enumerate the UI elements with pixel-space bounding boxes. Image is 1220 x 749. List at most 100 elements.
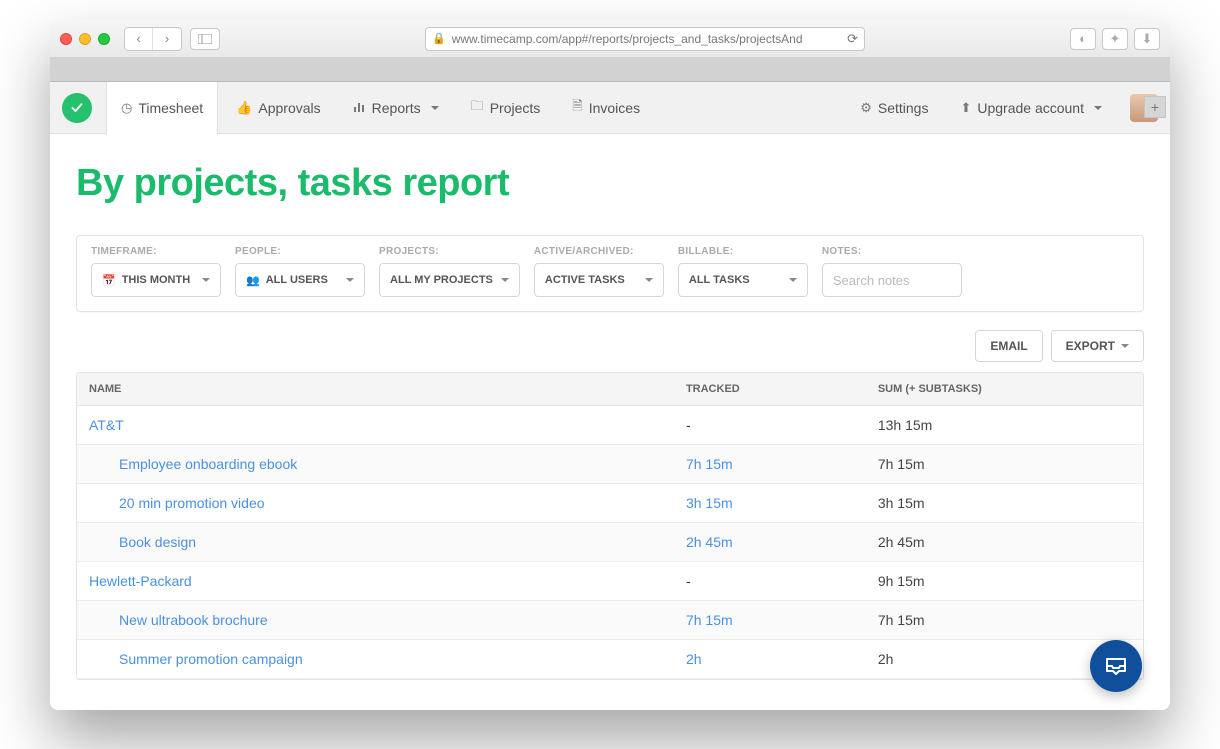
nav-label: Timesheet	[138, 100, 203, 116]
nav-timesheet[interactable]: ◷ Timesheet	[106, 82, 218, 135]
filter-timeframe[interactable]: 📅 THIS MONTH	[91, 263, 221, 297]
row-name-link[interactable]: Employee onboarding ebook	[89, 456, 297, 472]
gear-icon: ⚙	[860, 100, 872, 116]
filter-label-timeframe: TIMEFRAME:	[91, 246, 221, 257]
filter-label-billable: BILLABLE:	[678, 246, 808, 257]
col-header-tracked[interactable]: TRACKED	[674, 373, 866, 406]
row-sum-value: 2h	[878, 651, 894, 667]
clock-icon: ◷	[121, 100, 132, 116]
document-icon: 🗎	[572, 97, 582, 119]
report-table: NAME TRACKED SUM (+ SUBTASKS) AT&T - 13h 1…	[76, 372, 1144, 680]
notes-search-input[interactable]	[822, 263, 962, 297]
col-header-name[interactable]: NAME	[77, 373, 674, 406]
nav-projects[interactable]: 🗀 Projects	[457, 82, 555, 134]
filter-billable[interactable]: ALL TASKS	[678, 263, 808, 297]
row-name-link[interactable]: 20 min promotion video	[89, 495, 265, 511]
table-row: New ultrabook brochure7h 15m7h 15m	[77, 601, 1143, 640]
row-sum-value: 9h 15m	[878, 573, 925, 589]
inbox-icon	[1104, 654, 1128, 678]
filter-label-people: PEOPLE:	[235, 246, 365, 257]
url-bar[interactable]: 🔒 www.timecamp.com/app#/reports/projects…	[425, 27, 865, 51]
filter-label-active: ACTIVE/ARCHIVED:	[534, 246, 664, 257]
filter-active[interactable]: ACTIVE TASKS	[534, 263, 664, 297]
nav-label: Projects	[490, 100, 541, 116]
row-name-link[interactable]: Summer promotion campaign	[89, 651, 303, 667]
upload-icon: ⬆	[960, 100, 971, 116]
row-sum-value: 13h 15m	[878, 417, 932, 433]
filter-bar: TIMEFRAME: 📅 THIS MONTH PEOPLE: 👥 ALL USER…	[76, 235, 1144, 312]
chevron-down-icon	[501, 278, 509, 286]
export-button[interactable]: EXPORT	[1051, 330, 1144, 362]
users-icon: 👥	[246, 274, 260, 287]
table-row: Summer promotion campaign 2h 2h	[77, 640, 1143, 679]
button-label: EXPORT	[1066, 339, 1115, 353]
row-name-link[interactable]: Hewlett-Packard	[89, 573, 192, 589]
forward-button[interactable]: ›	[153, 28, 181, 50]
calendar-icon: 📅	[102, 274, 116, 287]
row-tracked-link[interactable]: 3h 15m	[686, 495, 733, 511]
new-tab-button[interactable]: +	[1144, 96, 1166, 118]
row-tracked-value: -	[686, 417, 691, 433]
extension-puzzle-icon[interactable]: ✦	[1102, 28, 1128, 50]
maximize-window-icon[interactable]	[98, 33, 110, 45]
nav-reports[interactable]: Reports	[339, 82, 453, 134]
row-tracked-value: -	[686, 573, 691, 589]
filter-label-projects: PROJECTS:	[379, 246, 520, 257]
page-content: By projects, tasks report TIMEFRAME: 📅TH…	[50, 134, 1170, 680]
filter-people[interactable]: 👥 ALL USERS	[235, 263, 365, 297]
url-text: www.timecamp.com/app#/reports/projects_a…	[452, 32, 841, 46]
table-row: 20 min promotion video 3h 15m 3h 15m	[77, 484, 1143, 523]
sidebar-toggle-button[interactable]	[190, 28, 220, 50]
filter-value: ACTIVE TASKS	[545, 274, 625, 286]
minimize-window-icon[interactable]	[79, 33, 91, 45]
row-tracked-link[interactable]: 7h 15m	[686, 456, 733, 472]
lock-icon: 🔒	[432, 32, 446, 45]
row-sum-value: 3h 15m	[878, 495, 925, 511]
table-row: AT&T - 13h 15m	[77, 406, 1143, 445]
filter-value: THIS MONTH	[122, 274, 190, 286]
actions-row: EMAIL EXPORT	[76, 330, 1144, 362]
chevron-down-icon	[645, 278, 653, 286]
nav-label: Reports	[372, 100, 421, 116]
col-header-sum[interactable]: SUM (+ SUBTASKS)	[866, 373, 1143, 406]
chat-fab[interactable]	[1090, 640, 1142, 692]
row-tracked-link[interactable]: 2h 45m	[686, 534, 733, 550]
nav-invoices[interactable]: 🗎 Invoices	[558, 82, 654, 134]
nav-label: Settings	[878, 100, 929, 116]
filter-value: ALL TASKS	[689, 274, 750, 286]
logo[interactable]	[62, 93, 92, 123]
thumbs-up-icon: 👍	[236, 100, 252, 116]
row-name-link[interactable]: New ultrabook brochure	[89, 612, 268, 628]
browser-chrome: ‹ › 🔒 www.timecamp.com/app#/reports/proj…	[50, 20, 1170, 58]
button-label: EMAIL	[990, 339, 1027, 353]
browser-tabbar: +	[50, 58, 1170, 82]
row-tracked-link[interactable]: 2h	[686, 651, 702, 667]
table-row: Hewlett-Packard - 9h 15m	[77, 562, 1143, 601]
nav-upgrade[interactable]: ⬆ Upgrade account	[946, 82, 1116, 134]
extension-adblock-icon[interactable]: ◐	[1070, 28, 1096, 50]
filter-value: ALL USERS	[266, 274, 328, 286]
table-row: Book design2h 45m2h 45m	[77, 523, 1143, 562]
back-button[interactable]: ‹	[125, 28, 153, 50]
row-tracked-link[interactable]: 7h 15m	[686, 612, 733, 628]
chevron-down-icon	[789, 278, 797, 286]
folder-icon: 🗀	[471, 97, 484, 119]
browser-window: ‹ › 🔒 www.timecamp.com/app#/reports/proj…	[50, 20, 1170, 710]
nav-label: Upgrade account	[977, 100, 1084, 116]
nav-label: Approvals	[258, 100, 320, 116]
chevron-down-icon	[202, 278, 210, 286]
row-sum-value: 7h 15m	[878, 456, 925, 472]
nav-back-forward: ‹ ›	[124, 27, 182, 51]
reload-button[interactable]: ⟳	[847, 31, 858, 47]
chrome-extensions: ◐ ✦ ⬇	[1070, 28, 1160, 50]
filter-value: ALL MY PROJECTS	[390, 274, 493, 286]
nav-approvals[interactable]: 👍 Approvals	[222, 82, 334, 134]
filter-projects[interactable]: ALL MY PROJECTS	[379, 263, 520, 297]
close-window-icon[interactable]	[60, 33, 72, 45]
email-button[interactable]: EMAIL	[975, 330, 1042, 362]
extension-download-icon[interactable]: ⬇	[1134, 28, 1160, 50]
row-name-link[interactable]: Book design	[89, 534, 196, 550]
app-nav: ◷ Timesheet 👍 Approvals Reports 🗀 Projec…	[50, 82, 1170, 134]
row-name-link[interactable]: AT&T	[89, 417, 124, 433]
nav-settings[interactable]: ⚙ Settings	[846, 82, 942, 134]
